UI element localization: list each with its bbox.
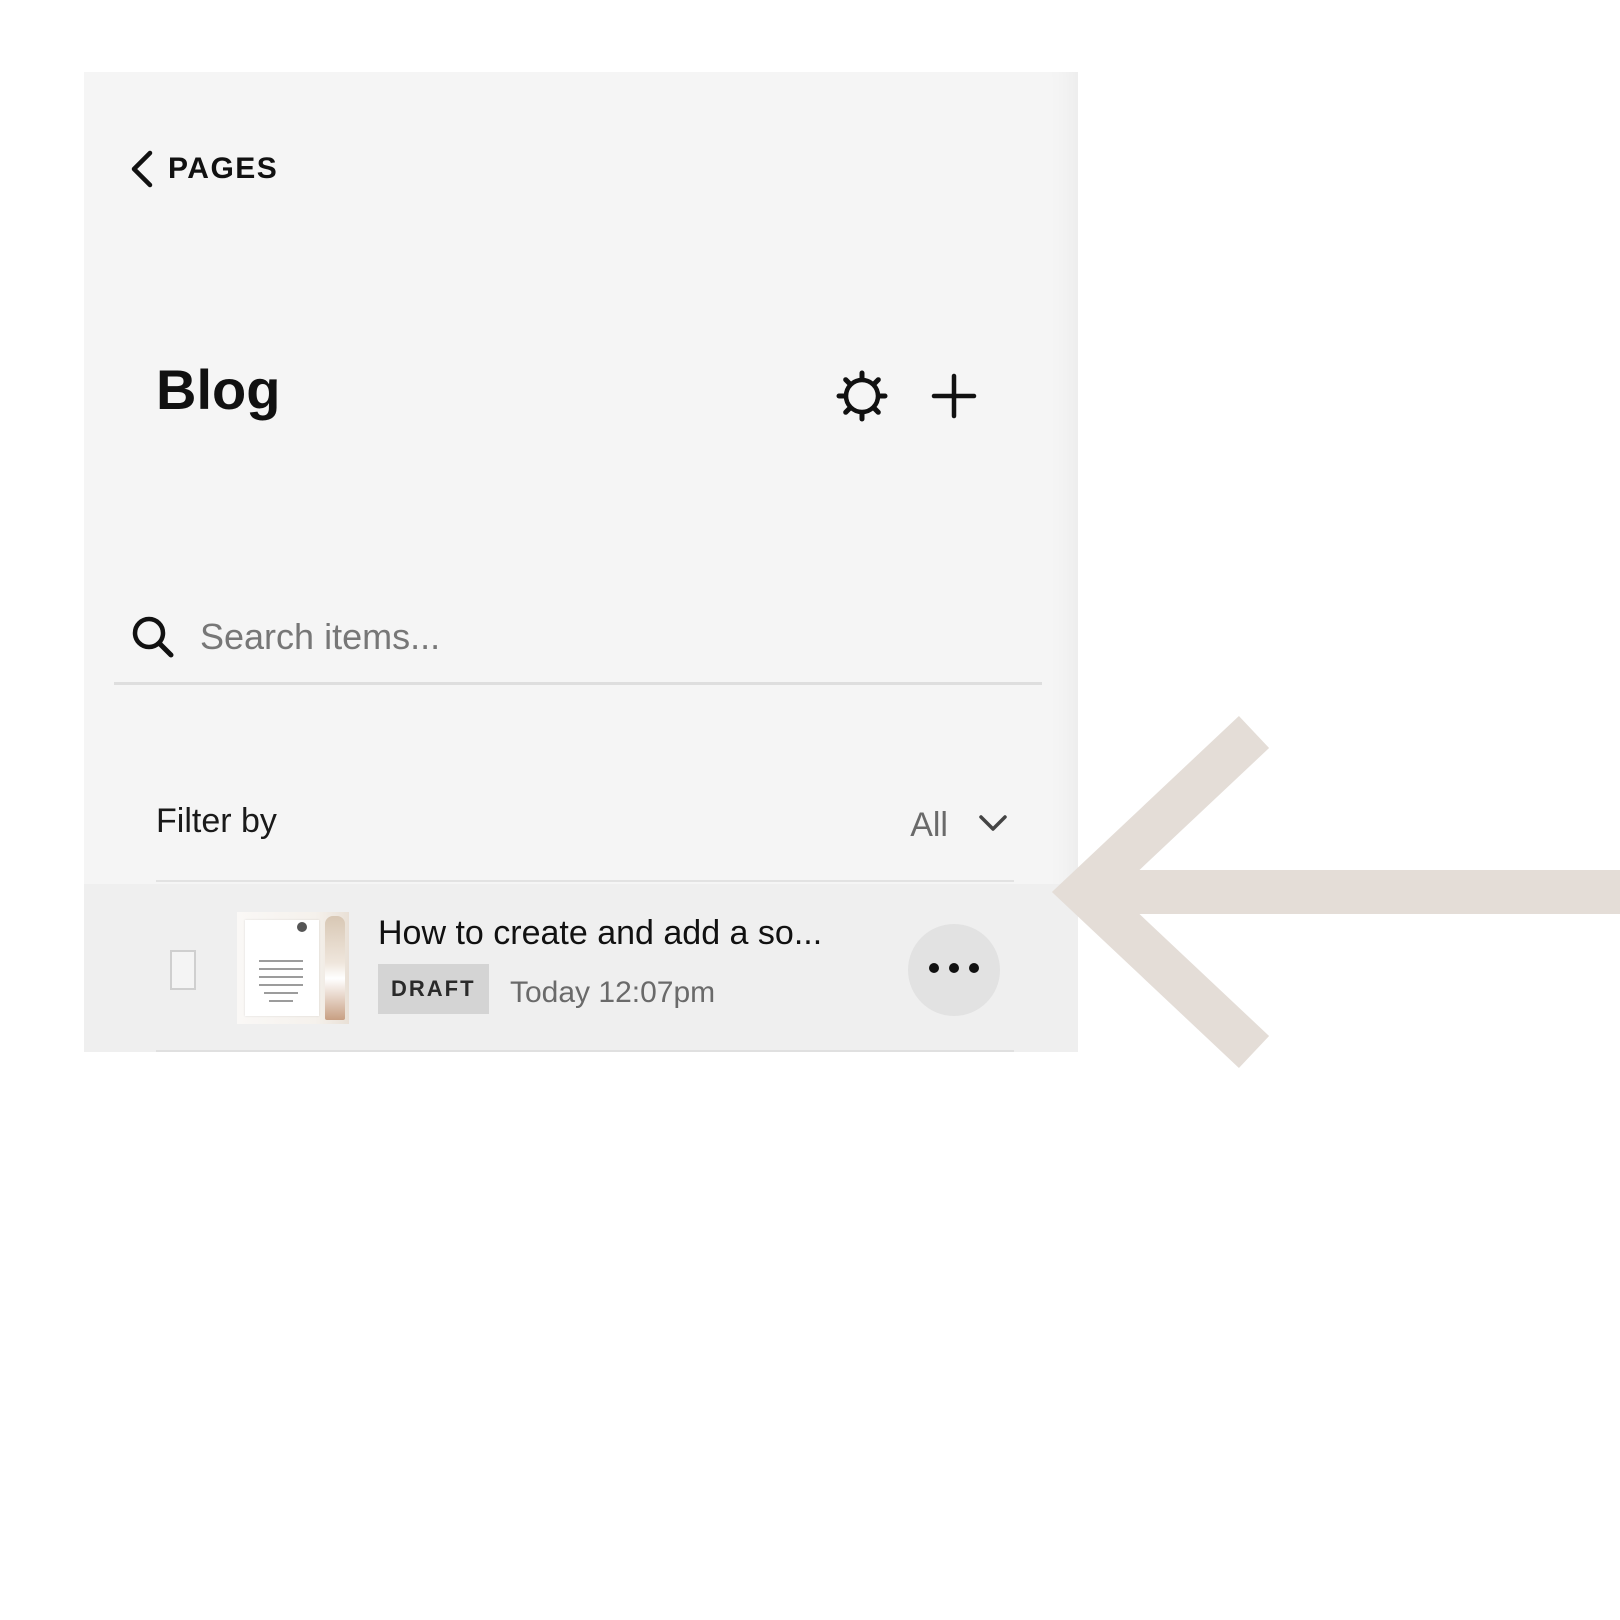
add-item-button[interactable] — [922, 366, 986, 430]
search-icon — [128, 612, 178, 662]
more-options-button[interactable] — [908, 924, 1000, 1016]
plus-icon — [931, 373, 977, 424]
back-link-label: PAGES — [168, 152, 279, 185]
search-bar — [114, 592, 1042, 685]
filter-row: Filter by All — [156, 792, 1014, 882]
search-input[interactable] — [200, 607, 1020, 667]
more-horizontal-icon — [926, 961, 982, 980]
settings-button[interactable] — [830, 366, 894, 430]
chevron-down-icon — [978, 813, 1008, 838]
list-item[interactable]: How to create and add a so... DRAFT Toda… — [84, 884, 1078, 1052]
page-title: Blog — [156, 358, 281, 421]
filter-dropdown[interactable]: All — [910, 792, 1008, 858]
chevron-left-icon — [126, 144, 166, 194]
item-checkbox[interactable] — [170, 950, 196, 990]
item-title[interactable]: How to create and add a so... — [378, 914, 822, 953]
screenshot: PAGES Blog Search items... Filter by All… — [0, 0, 1620, 1620]
filter-label: Filter by — [156, 802, 277, 840]
item-thumbnail — [237, 912, 349, 1024]
back-to-pages-link[interactable]: PAGES — [126, 144, 278, 194]
status-badge: DRAFT — [378, 964, 489, 1014]
filter-selected-value: All — [910, 805, 948, 844]
gear-icon — [835, 369, 889, 428]
blog-panel: PAGES Blog Search items... Filter by All… — [84, 72, 1078, 1052]
arrow-left-icon — [1050, 710, 1620, 1075]
item-timestamp: Today 12:07pm — [510, 976, 716, 1009]
